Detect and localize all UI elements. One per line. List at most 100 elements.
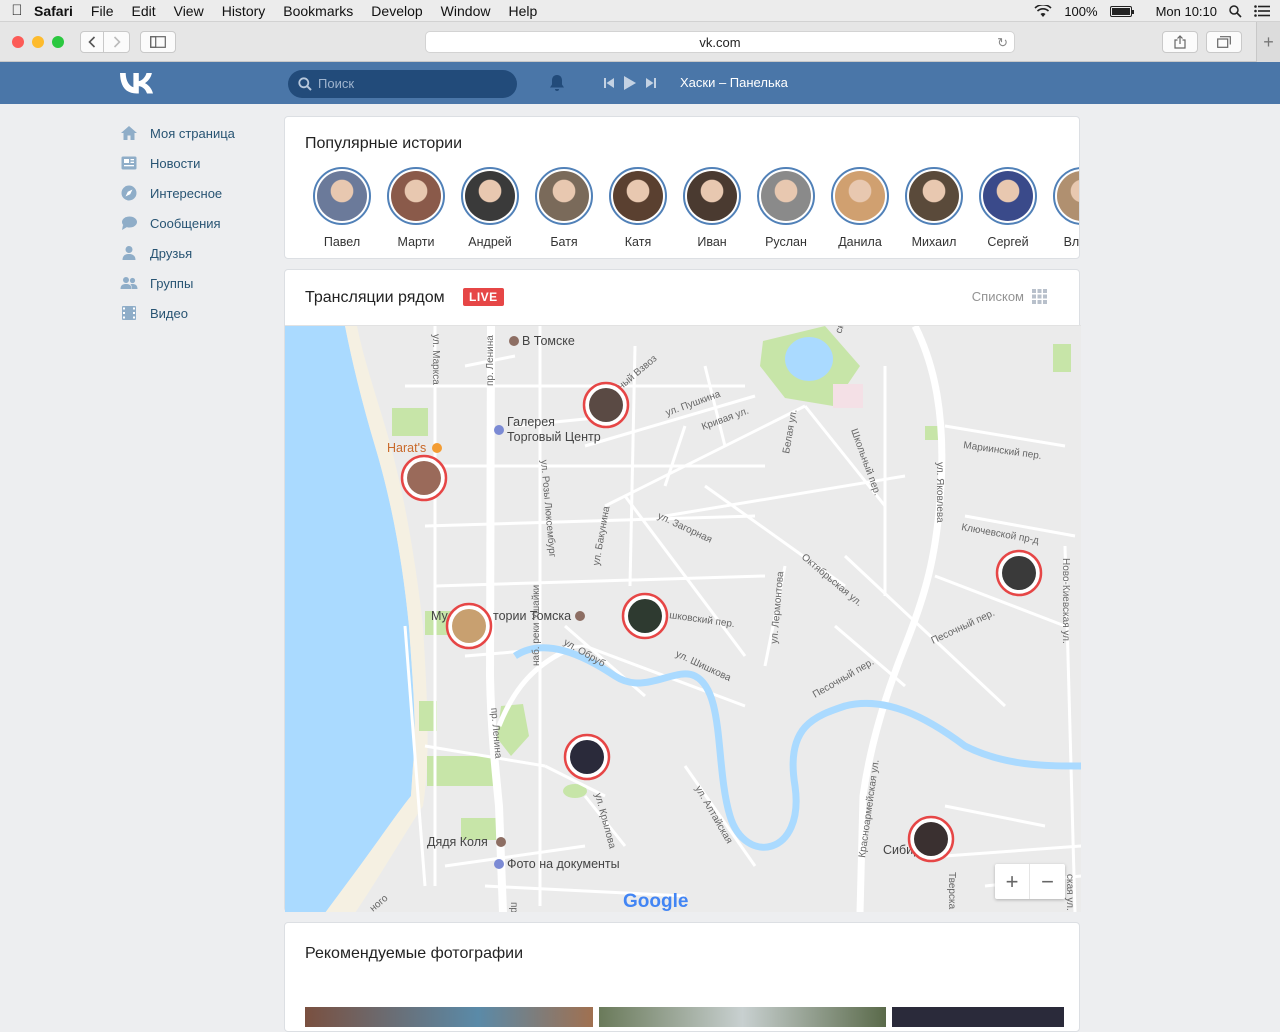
menu-window[interactable]: Window: [441, 3, 491, 19]
next-track-icon[interactable]: [646, 78, 656, 88]
street-label: ул. Загорная: [656, 511, 714, 546]
share-button[interactable]: [1162, 31, 1198, 53]
sidebar-item-interesting[interactable]: Интересное: [120, 178, 280, 208]
apple-icon[interactable]: : [0, 2, 34, 19]
minimize-window-button[interactable]: [32, 36, 44, 48]
clock[interactable]: Mon 10:10: [1156, 4, 1217, 19]
street-label: Песочный пер.: [811, 657, 876, 701]
previous-track-icon[interactable]: [604, 78, 614, 88]
live-stream-marker[interactable]: [582, 381, 630, 429]
story-name: Влади: [1063, 235, 1080, 249]
story-item[interactable]: Михаил: [897, 167, 971, 249]
photo-thumbnail[interactable]: [892, 1007, 1064, 1027]
poi-icon[interactable]: [494, 859, 504, 869]
menu-file[interactable]: File: [91, 3, 114, 19]
live-stream-marker[interactable]: [995, 549, 1043, 597]
menu-bookmarks[interactable]: Bookmarks: [283, 3, 353, 19]
spotlight-search-icon[interactable]: [1229, 4, 1242, 18]
story-avatar[interactable]: [609, 167, 667, 225]
live-stream-marker[interactable]: [563, 733, 611, 781]
story-avatar[interactable]: [313, 167, 371, 225]
story-item[interactable]: Руслан: [749, 167, 823, 249]
new-tab-button[interactable]: +: [1256, 22, 1280, 62]
story-avatar[interactable]: [905, 167, 963, 225]
popular-stories-card: Популярные истории Павел Марти Андрей Батя К…: [284, 116, 1080, 259]
sidebar-item-messages[interactable]: Сообщения: [120, 208, 280, 238]
broadcasts-map[interactable]: В Томске Галерея Торговый Центр Harat's …: [285, 325, 1081, 912]
zoom-out-button[interactable]: −: [1030, 864, 1065, 899]
poi-icon[interactable]: [496, 837, 506, 847]
battery-percent: 100%: [1064, 3, 1098, 19]
story-item[interactable]: Марти: [379, 167, 453, 249]
story-name: Руслан: [765, 235, 807, 249]
bell-icon[interactable]: [549, 74, 565, 92]
restaurant-icon[interactable]: [432, 443, 442, 453]
zoom-window-button[interactable]: [52, 36, 64, 48]
story-avatar[interactable]: [757, 167, 815, 225]
story-item[interactable]: Павел: [305, 167, 379, 249]
story-item[interactable]: Батя: [527, 167, 601, 249]
story-item[interactable]: Катя: [601, 167, 675, 249]
sidebar-item-my-page[interactable]: Моя страница: [120, 118, 280, 148]
stories-title: Популярные истории: [305, 135, 463, 152]
sidebar-item-video[interactable]: Видео: [120, 298, 280, 328]
live-stream-marker[interactable]: [621, 592, 669, 640]
address-bar[interactable]: vk.com ↻: [425, 31, 1015, 53]
current-track[interactable]: Хаски – Панелька: [680, 75, 788, 90]
story-item[interactable]: Иван: [675, 167, 749, 249]
live-stream-marker[interactable]: [445, 602, 493, 650]
zoom-in-button[interactable]: +: [995, 864, 1030, 899]
story-avatar[interactable]: [979, 167, 1037, 225]
forward-button[interactable]: [104, 31, 130, 53]
sidebar-item-news[interactable]: Новости: [120, 148, 280, 178]
back-button[interactable]: [80, 31, 104, 53]
poi-icon[interactable]: [494, 425, 504, 435]
museum-icon[interactable]: [575, 611, 585, 621]
photo-thumbnail[interactable]: [305, 1007, 593, 1027]
sidebar-toggle-button[interactable]: [140, 31, 176, 53]
sidebar-item-groups[interactable]: Группы: [120, 268, 280, 298]
street-label: Ключевской пр-д: [960, 522, 1039, 546]
story-avatar[interactable]: [831, 167, 889, 225]
battery-icon[interactable]: [1109, 5, 1134, 17]
menu-develop[interactable]: Develop: [371, 3, 422, 19]
street-label: ул. Маркса: [430, 334, 441, 385]
story-avatar[interactable]: [387, 167, 445, 225]
story-item[interactable]: Сергей: [971, 167, 1045, 249]
map-canvas[interactable]: В Томске Галерея Торговый Центр Harat's …: [285, 326, 1081, 912]
search-input[interactable]: Поиск: [288, 70, 517, 98]
photo-thumbnail[interactable]: [599, 1007, 886, 1027]
wifi-icon[interactable]: [1034, 4, 1052, 18]
poi-icon[interactable]: [509, 336, 519, 346]
sidebar-item-label: Видео: [150, 305, 188, 321]
menu-help[interactable]: Help: [508, 3, 537, 19]
vk-logo-icon[interactable]: [120, 72, 154, 94]
story-item[interactable]: Влади: [1045, 167, 1080, 249]
live-stream-marker[interactable]: [400, 454, 448, 502]
sidebar-item-friends[interactable]: Друзья: [120, 238, 280, 268]
menu-app[interactable]: Safari: [34, 3, 73, 19]
story-avatar[interactable]: [683, 167, 741, 225]
story-item[interactable]: Андрей: [453, 167, 527, 249]
play-icon[interactable]: [624, 76, 636, 90]
story-name: Павел: [323, 235, 361, 249]
story-avatar[interactable]: [535, 167, 593, 225]
menu-edit[interactable]: Edit: [131, 3, 155, 19]
grid-icon[interactable]: [1032, 289, 1047, 304]
story-avatar[interactable]: [461, 167, 519, 225]
reload-icon[interactable]: ↻: [997, 32, 1008, 53]
sidebar-item-label: Группы: [150, 275, 194, 291]
close-window-button[interactable]: [12, 36, 24, 48]
menu-view[interactable]: View: [174, 3, 204, 19]
park: [392, 408, 428, 436]
live-stream-marker[interactable]: [907, 815, 955, 863]
story-item[interactable]: Данила: [823, 167, 897, 249]
avatar-image: [1057, 171, 1079, 221]
story-avatar[interactable]: [1053, 167, 1079, 225]
avatar-image: [835, 171, 885, 221]
list-view-toggle[interactable]: Списком: [972, 289, 1047, 304]
notification-center-icon[interactable]: [1254, 5, 1270, 17]
street-label: пр. Ленина: [485, 335, 496, 386]
menu-history[interactable]: History: [222, 3, 266, 19]
tabs-overview-button[interactable]: [1206, 31, 1242, 53]
